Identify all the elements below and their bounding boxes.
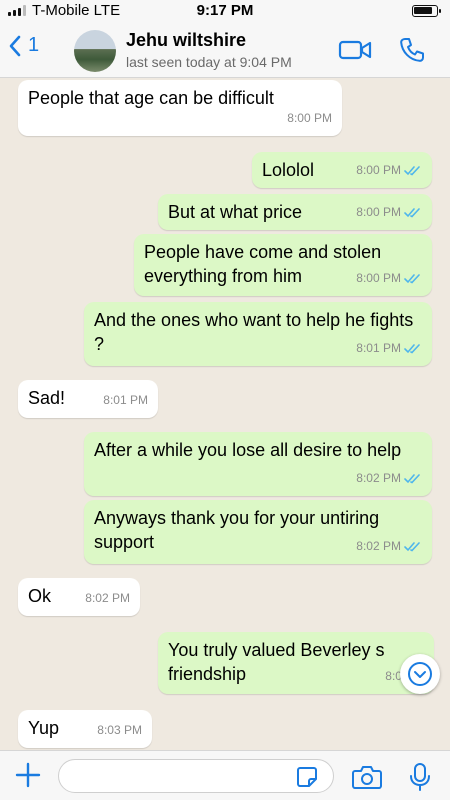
chat-header: 1 Jehu wiltshire last seen today at 9:04… <box>0 22 450 78</box>
unread-count: 1 <box>28 34 40 56</box>
message-time: 8:02 PM <box>85 591 130 605</box>
chevron-left-icon <box>9 35 21 56</box>
message-text: After a while you lose all desire to hel… <box>94 440 402 460</box>
message-text: You truly valued Beverley s friendship <box>168 640 385 684</box>
battery-icon <box>412 5 441 17</box>
status-time: 9:17 PM <box>196 2 254 19</box>
message-outgoing[interactable]: And the ones who want to help he fights … <box>84 302 432 366</box>
message-outgoing[interactable]: You truly valued Beverley s friendship 8… <box>158 632 434 694</box>
double-check-icon <box>404 273 420 283</box>
message-incoming[interactable]: People that age can be difficult 8:00 PM <box>18 80 342 136</box>
message-outgoing[interactable]: After a while you lose all desire to hel… <box>84 432 432 496</box>
status-bar: T-Mobile LTE 9:17 PM <box>0 0 450 22</box>
message-text: People have come and stolen everything f… <box>144 242 382 286</box>
avatar[interactable] <box>74 30 116 72</box>
message-outgoing[interactable]: Lololol 8:00 PM <box>252 152 432 188</box>
chevron-down-icon <box>408 662 432 686</box>
message-time: 8:00 PM <box>356 271 401 285</box>
video-call-icon[interactable] <box>338 38 372 62</box>
double-check-icon <box>404 343 420 353</box>
message-text: Ok <box>28 586 52 606</box>
message-text: But at what price <box>168 202 303 222</box>
double-check-icon <box>404 207 420 217</box>
message-time: 8:00 PM <box>356 205 401 219</box>
last-seen-status: last seen today at 9:04 PM <box>126 54 292 70</box>
message-incoming[interactable]: Yup 8:03 PM <box>18 710 152 748</box>
message-outgoing[interactable]: But at what price 8:00 PM <box>158 194 432 230</box>
scroll-to-bottom-button[interactable] <box>400 654 440 694</box>
message-time: 8:03 PM <box>97 723 142 737</box>
microphone-icon[interactable] <box>410 762 430 792</box>
compose-bar <box>0 750 450 800</box>
message-time: 8:02 PM <box>356 471 401 485</box>
plus-icon[interactable] <box>14 761 42 789</box>
message-time: 8:02 PM <box>356 539 401 553</box>
message-incoming[interactable]: Ok 8:02 PM <box>18 578 140 616</box>
message-text: Yup <box>28 718 60 738</box>
double-check-icon <box>404 165 420 175</box>
message-outgoing[interactable]: Anyways thank you for your untiring supp… <box>84 500 432 564</box>
camera-icon[interactable] <box>352 764 382 790</box>
message-text: Anyways thank you for your untiring supp… <box>94 508 380 552</box>
double-check-icon <box>404 473 420 483</box>
message-list[interactable]: People that age can be difficult 8:00 PM… <box>0 78 450 750</box>
message-time: 8:00 PM <box>356 163 401 177</box>
message-outgoing[interactable]: People have come and stolen everything f… <box>134 234 432 296</box>
message-time: 8:00 PM <box>287 111 332 125</box>
message-text: Sad! <box>28 388 66 408</box>
phone-icon[interactable] <box>398 36 426 64</box>
double-check-icon <box>404 541 420 551</box>
message-time: 8:01 PM <box>103 393 148 407</box>
message-incoming[interactable]: Sad! 8:01 PM <box>18 380 158 418</box>
message-text: Lololol <box>262 160 315 180</box>
contact-name[interactable]: Jehu wiltshire <box>126 30 246 51</box>
sticker-icon[interactable] <box>296 766 318 788</box>
message-text: People that age can be difficult <box>28 88 274 108</box>
back-button[interactable]: 1 <box>8 34 39 57</box>
message-input[interactable] <box>58 759 334 793</box>
message-time: 8:01 PM <box>356 341 401 355</box>
